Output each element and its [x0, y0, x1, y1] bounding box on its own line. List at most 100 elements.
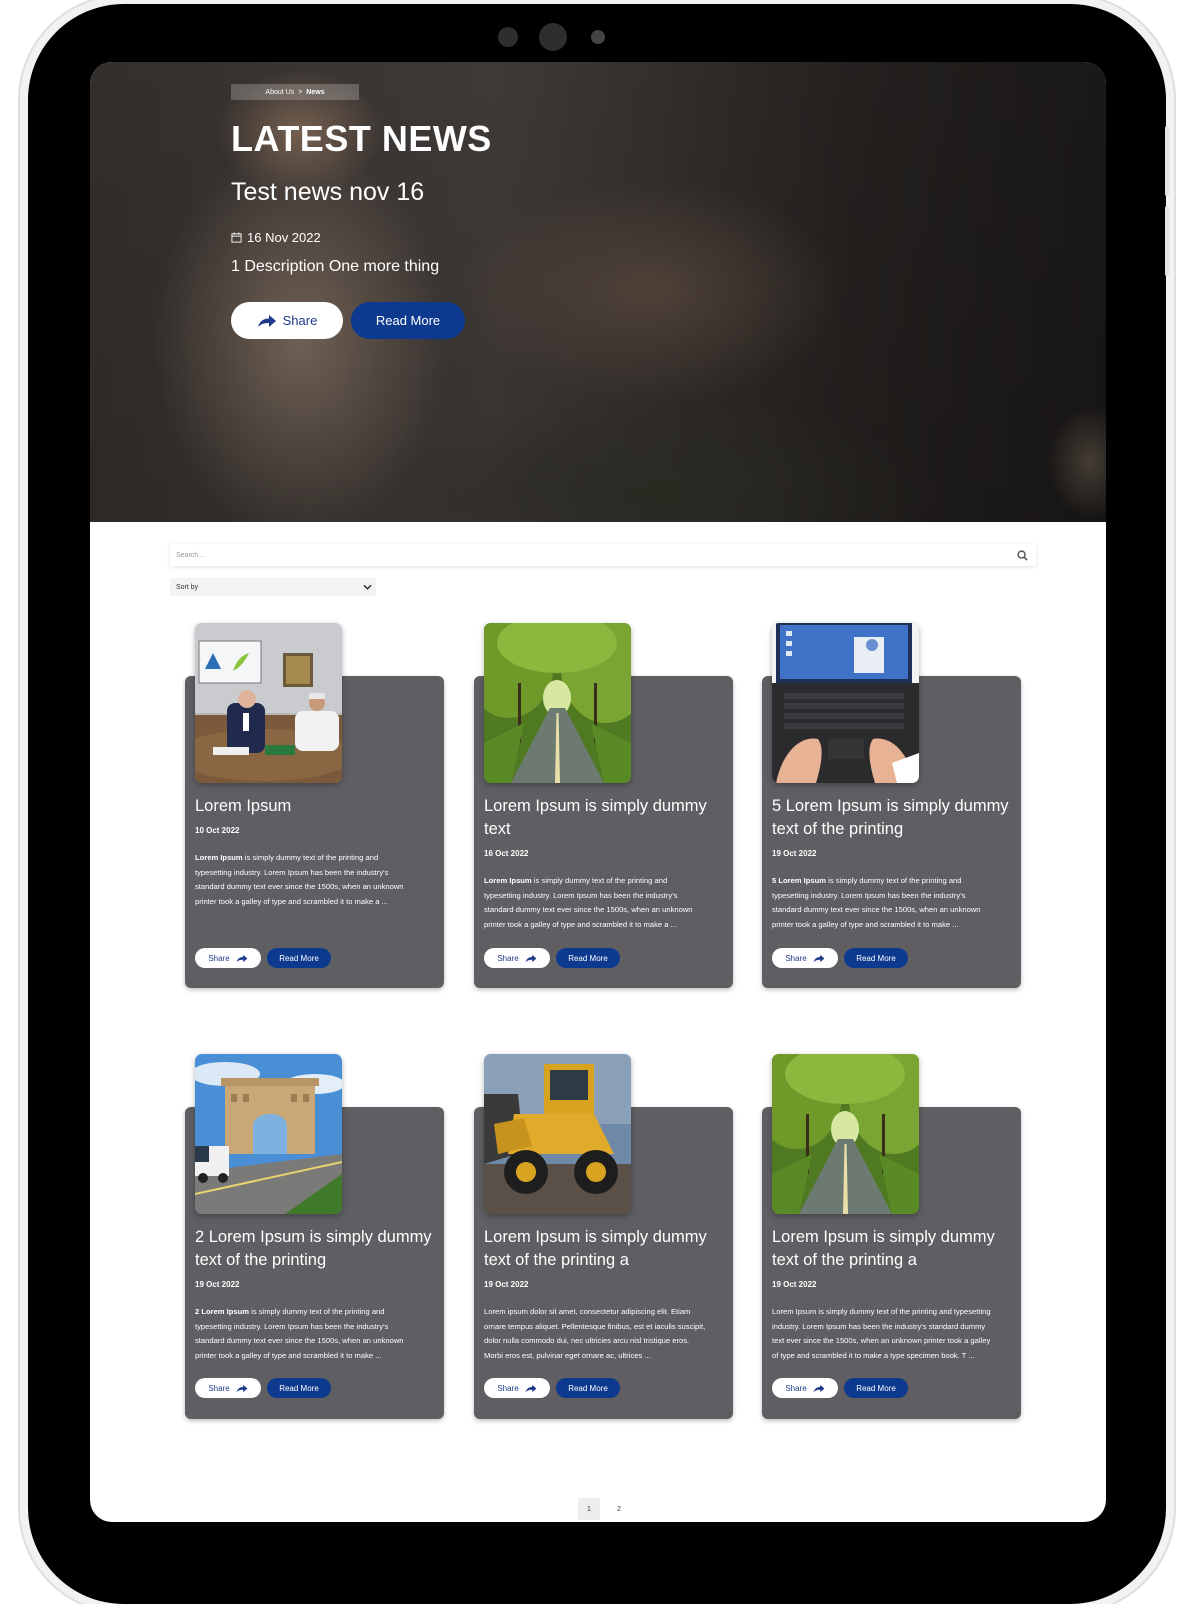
calendar-icon [231, 232, 242, 243]
read-more-button[interactable]: Read More [844, 948, 908, 968]
news-card-image[interactable] [484, 1054, 631, 1214]
news-card-title-line: text of the printing [195, 1251, 327, 1269]
news-card-excerpt: Lorem Ipsum is simply dummy text of the … [484, 876, 693, 929]
read-more-button[interactable]: Read More [267, 948, 331, 968]
share-button[interactable]: Share [772, 1378, 838, 1398]
news-card-date: 19 Oct 2022 [772, 849, 817, 858]
news-card-date: 16 Oct 2022 [484, 849, 529, 858]
news-card-title-line: Lorem Ipsum is simply dummy [484, 797, 707, 815]
volume-button [1165, 206, 1169, 276]
share-button[interactable]: Share [484, 1378, 550, 1398]
read-more-button[interactable]: Read More [844, 1378, 908, 1398]
news-card-body: Lorem Ipsum 10 Oct 2022 Lorem Ipsum is s… [195, 795, 433, 909]
news-card-excerpt: 5 Lorem Ipsum is simply dummy text of th… [772, 876, 981, 929]
share-arrow-icon [236, 1384, 248, 1392]
news-card-title[interactable]: Lorem Ipsum is simply dummy text of the … [772, 1226, 1010, 1272]
news-card-title-line: Lorem Ipsum [195, 797, 292, 815]
gate-road-image [195, 1054, 342, 1214]
news-card-date: 10 Oct 2022 [195, 826, 240, 835]
read-more-button[interactable]: Read More [556, 948, 620, 968]
news-card-title-line: 5 Lorem Ipsum is simply dummy [772, 797, 1009, 815]
page-2-button[interactable]: 2 [608, 1498, 630, 1520]
news-card-title-line: Lorem Ipsum is simply dummy [484, 1228, 707, 1246]
power-button [1165, 126, 1169, 196]
front-camera [539, 23, 567, 51]
share-button[interactable]: Share [772, 948, 838, 968]
news-card-body: Lorem Ipsum is simply dummy text of the … [484, 1226, 722, 1363]
chevron-down-icon [363, 584, 372, 590]
breadcrumb-separator: > [298, 88, 303, 96]
search-icon[interactable] [1017, 549, 1028, 561]
news-card-title-line: text of the printing a [484, 1251, 629, 1269]
laptop-typing-image [772, 623, 919, 783]
wheel-loader-image [484, 1054, 631, 1214]
news-card-image[interactable] [772, 623, 919, 783]
page-title: LATEST NEWS [231, 118, 492, 159]
sort-label: Sort by [176, 583, 199, 591]
pagination: 1 2 [578, 1498, 630, 1520]
read-more-button[interactable]: Read More [267, 1378, 331, 1398]
news-card-actions: Share Read More [772, 1378, 908, 1398]
hero-share-label: Share [282, 313, 318, 328]
search-bar[interactable]: Search... [170, 544, 1036, 566]
featured-news-date-text: 16 Nov 2022 [247, 230, 321, 245]
news-card-excerpt: 2 Lorem Ipsum is simply dummy text of th… [195, 1307, 404, 1360]
breadcrumb-current: News [306, 88, 325, 96]
news-card-actions: Share Read More [772, 948, 908, 968]
hero-actions: Share Read More [231, 302, 465, 339]
news-card-title[interactable]: Lorem Ipsum is simply dummy text [484, 795, 722, 841]
share-arrow-icon [257, 314, 276, 327]
news-card-title[interactable]: Lorem Ipsum is simply dummy text of the … [484, 1226, 722, 1272]
news-card-actions: Share Read More [484, 1378, 620, 1398]
news-card-title[interactable]: Lorem Ipsum [195, 795, 433, 818]
hero-read-more-button[interactable]: Read More [351, 302, 465, 339]
office-meeting-image [195, 623, 342, 783]
light-sensor [591, 30, 605, 44]
news-card-date: 19 Oct 2022 [484, 1280, 529, 1289]
share-button[interactable]: Share [484, 948, 550, 968]
tree-road-image [484, 623, 631, 783]
news-card-excerpt: Lorem Ipsum is simply dummy text of the … [195, 853, 404, 906]
news-card-title-line: text of the printing [772, 820, 904, 838]
share-arrow-icon [236, 954, 248, 962]
search-input[interactable]: Search... [176, 552, 204, 559]
news-card-title-line: Lorem Ipsum is simply dummy [772, 1228, 995, 1246]
read-more-button[interactable]: Read More [556, 1378, 620, 1398]
news-card-actions: Share Read More [484, 948, 620, 968]
share-arrow-icon [813, 954, 825, 962]
news-card-image[interactable] [484, 623, 631, 783]
news-card-actions: Share Read More [195, 948, 331, 968]
news-card-title-line: text [484, 820, 511, 838]
featured-news-description: 1 Description One more thing [231, 258, 440, 275]
news-card-title[interactable]: 2 Lorem Ipsum is simply dummy text of th… [195, 1226, 433, 1272]
share-arrow-icon [525, 1384, 537, 1392]
news-card-body: 2 Lorem Ipsum is simply dummy text of th… [195, 1226, 433, 1363]
featured-news-title: Test news nov 16 [231, 178, 425, 206]
share-arrow-icon [813, 1384, 825, 1392]
screen: About Us > News LATEST NEWS Test news no… [90, 62, 1106, 1522]
news-card-body: Lorem Ipsum is simply dummy text 16 Oct … [484, 795, 722, 932]
featured-news-date: 16 Nov 2022 [231, 230, 321, 245]
news-card-body: Lorem Ipsum is simply dummy text of the … [772, 1226, 1010, 1363]
news-card-title-line: 2 Lorem Ipsum is simply dummy [195, 1228, 432, 1246]
news-card-excerpt: Lorem ipsum dolor sit amet, consectetur … [484, 1307, 706, 1360]
tree-road-image [772, 1054, 919, 1214]
news-card-title-line: text of the printing a [772, 1251, 917, 1269]
sort-select[interactable]: Sort by [170, 578, 376, 596]
news-card-title[interactable]: 5 Lorem Ipsum is simply dummy text of th… [772, 795, 1010, 841]
hero-banner: About Us > News LATEST NEWS Test news no… [90, 62, 1106, 522]
share-button[interactable]: Share [195, 948, 261, 968]
breadcrumb: About Us > News [231, 84, 359, 100]
hero-share-button[interactable]: Share [231, 302, 343, 339]
news-card-actions: Share Read More [195, 1378, 331, 1398]
news-card-body: 5 Lorem Ipsum is simply dummy text of th… [772, 795, 1010, 932]
news-card-image[interactable] [772, 1054, 919, 1214]
page-1-button[interactable]: 1 [578, 1498, 600, 1520]
share-arrow-icon [525, 954, 537, 962]
news-card-date: 19 Oct 2022 [195, 1280, 240, 1289]
news-card-image[interactable] [195, 623, 342, 783]
news-card-image[interactable] [195, 1054, 342, 1214]
breadcrumb-about-us[interactable]: About Us [265, 89, 294, 96]
share-button[interactable]: Share [195, 1378, 261, 1398]
news-card-excerpt: Lorem Ipsum is simply dummy text of the … [772, 1307, 991, 1360]
